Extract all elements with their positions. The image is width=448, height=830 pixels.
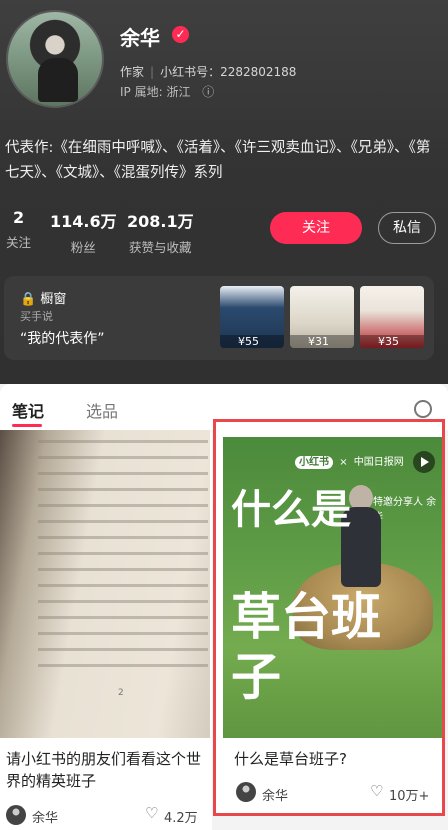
stat-following[interactable]: 2 关注 [6,208,31,251]
bag-icon: 🔒 [20,292,37,307]
product-thumb-2[interactable]: ¥31 [290,286,354,348]
note-1-likes: 4.2万 [164,811,198,826]
profile-header: 余华 ✓ 作家 | 小红书号：2282802188 IP 属地: 浙江 ⓘ 代表作:… [0,0,448,384]
message-button[interactable]: 私信 [378,212,436,244]
info-icon[interactable]: ⓘ [202,85,214,99]
tab-indicator [12,424,42,427]
stat-likes[interactable]: 208.1万 获赞与收藏 [127,208,194,256]
follow-button[interactable]: 关注 [270,212,362,244]
search-icon[interactable] [414,400,432,418]
note-2-title[interactable]: 什么是草台班子? [234,748,434,770]
shop-window[interactable]: 🔒 橱窗 买手说 “我的代表作” ¥55 ¥31 ¥35 [4,276,434,360]
profile-title: 作家 [120,65,145,79]
buyer-says-label: 买手说 [20,310,53,323]
redbook-id[interactable]: 小红书号：2282802188 [160,65,296,79]
note-1-title[interactable]: 请小红书的朋友们看看这个世界的精英班子 [6,748,210,792]
like-icon[interactable]: ♡ [370,782,383,800]
note-1-author[interactable]: 余华 [32,807,58,826]
shop-title: 🔒 橱窗 [20,292,67,307]
tab-selected-products[interactable]: 选品 [86,398,118,422]
product-thumb-3[interactable]: ¥35 [360,286,424,348]
stat-fans[interactable]: 114.6万 粉丝 [50,208,117,256]
profile-avatar[interactable] [6,10,104,108]
profile-name: 余华 [120,26,160,50]
book-page-number: 2 [118,688,124,698]
note-2-likes: 10万+ [389,789,430,804]
profile-bio: 代表作:《在细雨中呼喊》、《活着》、《许三观卖血记》、《兄弟》、《第七天》、《文… [5,140,431,181]
product-thumb-1[interactable]: ¥55 [220,286,284,348]
ip-location: IP 属地: 浙江 ⓘ [120,85,215,99]
like-icon[interactable]: ♡ [145,804,158,822]
note-2-author[interactable]: 余华 [262,785,288,804]
tab-notes[interactable]: 笔记 [12,398,44,422]
book-text-lines [38,440,208,680]
note-2-avatar[interactable] [236,782,256,802]
profile-meta: 作家 | 小红书号：2282802188 [120,65,297,79]
note-1-avatar[interactable] [6,805,26,825]
note-1-cover[interactable]: 2 [0,430,210,738]
verified-badge-icon: ✓ [172,26,189,43]
buyer-quote: “我的代表作” [20,331,105,347]
